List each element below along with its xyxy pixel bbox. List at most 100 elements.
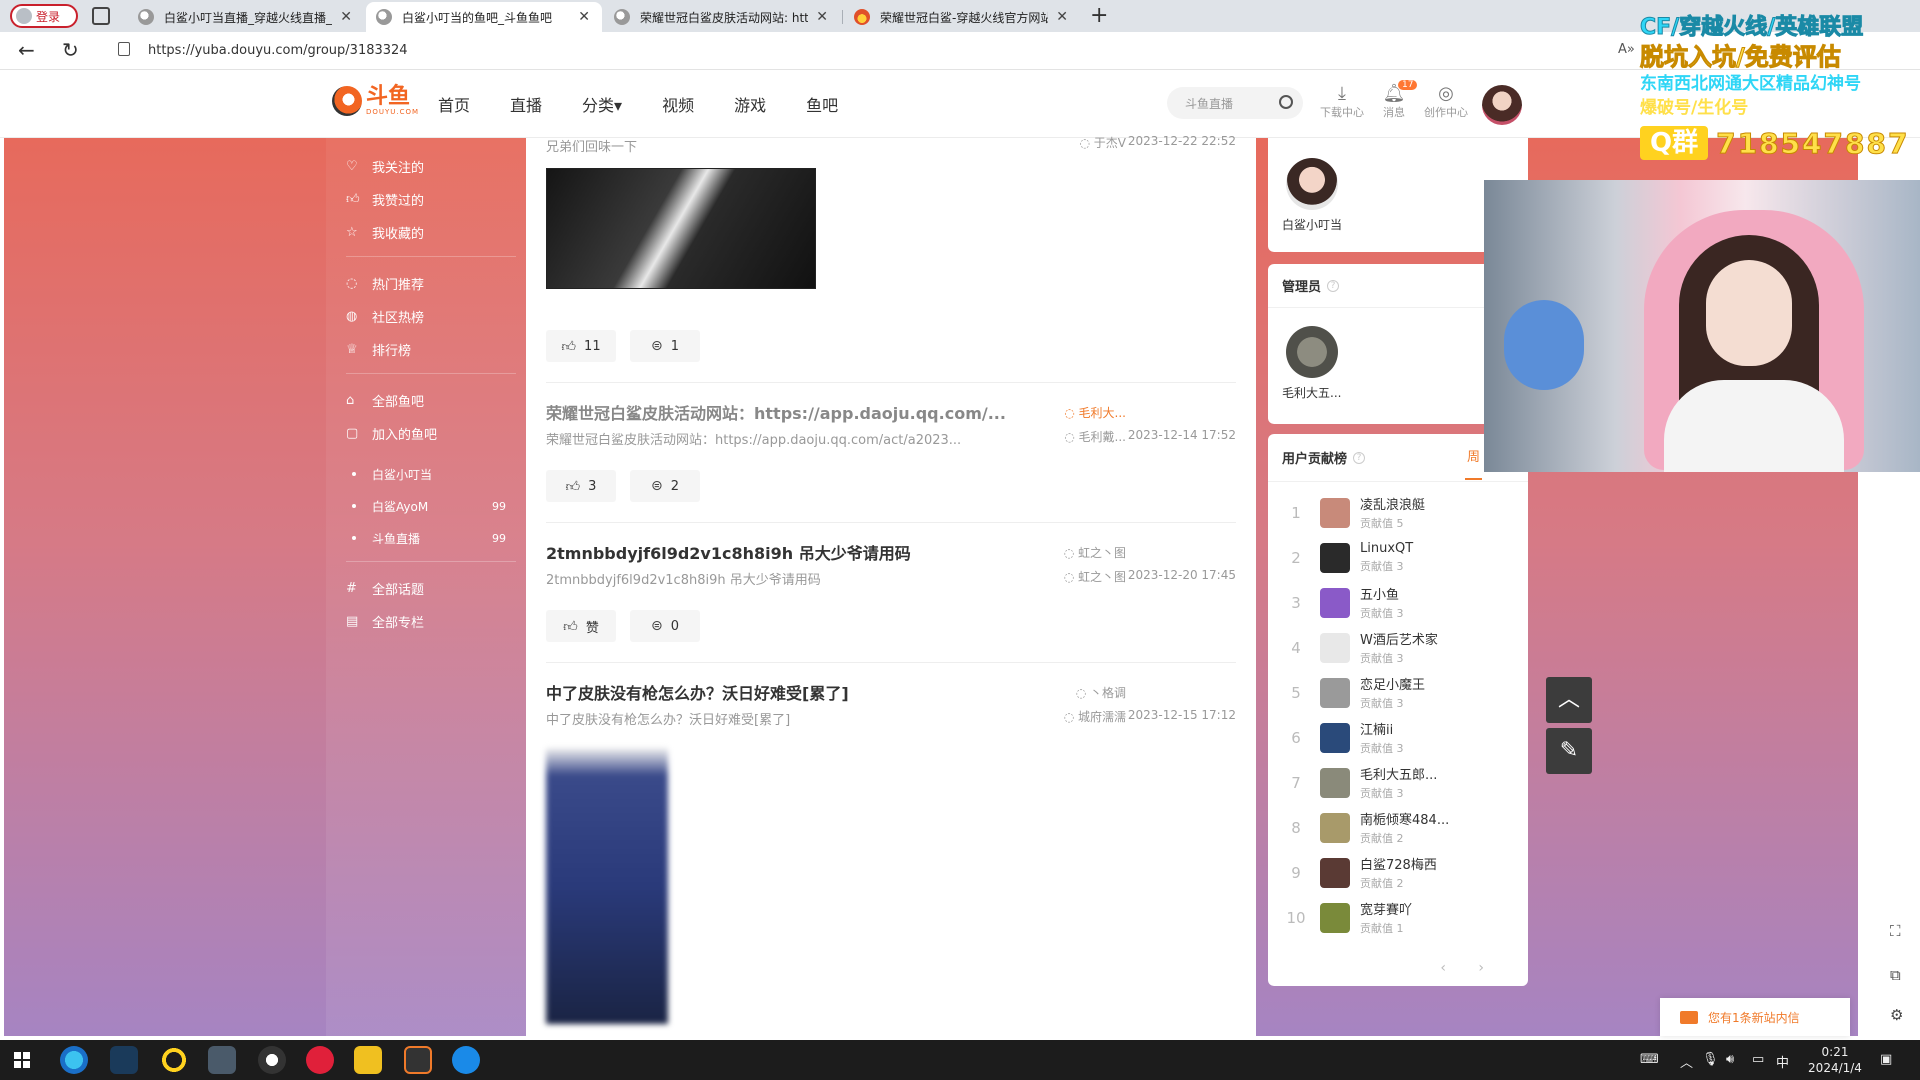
nav-hot[interactable]: ◌ 热门推荐	[346, 267, 516, 300]
post-title[interactable]: 中了皮肤没有枪怎么办？沃日好难受[累了]	[546, 680, 1236, 704]
post-card[interactable]: 2tmnbbdyjf6l9d2v1c8h8i9h 吊大少爷请用码 2tmnbbd…	[546, 540, 1236, 588]
rank-row[interactable]: 4 W酒后艺术家 贡献值 3	[1268, 625, 1528, 670]
tab-cf-official[interactable]: 荣耀世冠白鲨-穿越火线官方网站 ✕	[844, 2, 1080, 32]
back-arrow-icon[interactable]: ←	[18, 38, 35, 62]
nav-all-columns[interactable]: ▤ 全部专栏	[346, 605, 516, 638]
like-button[interactable]: 👍︎ 11	[546, 330, 616, 362]
nav-following[interactable]: ♡ 我关注的	[346, 150, 516, 183]
tab-live[interactable]: 白鲨小叮当直播_穿越火线直播_斗 ✕	[128, 2, 364, 32]
post-card[interactable]: 荣耀世冠白鲨皮肤活动网站：https://app.daoju.qq.com/..…	[546, 400, 1236, 448]
system-clock[interactable]: 0:21 2024/1/4	[1800, 1044, 1870, 1076]
search-icon[interactable]	[1279, 95, 1293, 109]
post-author[interactable]: ◌ 丶格调	[1076, 684, 1126, 701]
screenshot-icon[interactable]: ⛶	[1890, 922, 1901, 940]
netease-music-icon[interactable]	[306, 1046, 334, 1074]
post-video-thumbnail[interactable]	[546, 168, 816, 289]
rank-pager[interactable]: ‹ ›	[1440, 960, 1498, 976]
messages-button[interactable]: 🔔︎ 17 消息	[1366, 80, 1422, 120]
post-replier[interactable]: ◌ 毛利戴...	[1064, 428, 1126, 445]
rank-row[interactable]: 2 LinuxQT 贡献值 3	[1268, 535, 1528, 580]
comment-button[interactable]: ⊜ 1	[630, 330, 700, 362]
read-aloud-icon[interactable]: A»	[1618, 42, 1635, 57]
gear-icon[interactable]: ⚙	[1890, 1006, 1903, 1024]
post-title[interactable]: 2tmnbbdyjf6l9d2v1c8h8i9h 吊大少爷请用码	[546, 540, 1236, 564]
post-card[interactable]: 兄弟们回味一下 ◌ 于杰V 2023-12-22 22:52	[546, 134, 1236, 155]
rank-row[interactable]: 9 白鲨728梅西 贡献值 2	[1268, 850, 1528, 895]
joined-yuba-item[interactable]: 斗鱼直播 99	[346, 522, 516, 554]
app-icon[interactable]	[208, 1046, 236, 1074]
rank-row[interactable]: 3 五小鱼 贡献值 3	[1268, 580, 1528, 625]
user-avatar[interactable]	[1482, 85, 1522, 125]
nav-all-topics[interactable]: # 全部话题	[346, 572, 516, 605]
new-tab-icon[interactable]: +	[1090, 3, 1108, 28]
tab-actions-icon[interactable]	[92, 7, 110, 25]
scroll-top-button[interactable]: ︿	[1546, 677, 1592, 723]
windows-start-icon[interactable]	[14, 1052, 30, 1068]
new-message-notice[interactable]: 您有1条新站内信	[1660, 998, 1850, 1036]
app-icon[interactable]	[110, 1046, 138, 1074]
post-replier[interactable]: ◌ 虹之丶图	[1064, 568, 1126, 585]
download-center-button[interactable]: ⤓ 下载中心	[1314, 84, 1370, 120]
keyboard-icon[interactable]: ⌨	[1640, 1052, 1659, 1067]
help-icon[interactable]: ?	[1327, 279, 1340, 292]
nav-joined-yuba[interactable]: ▢ 加入的鱼吧	[346, 417, 516, 450]
open-external-icon[interactable]: ⧉	[1890, 966, 1901, 984]
profile-login-button[interactable]: 登录	[10, 4, 78, 28]
speaker-icon[interactable]: 🔊︎	[1726, 1052, 1734, 1067]
rank-row[interactable]: 10 宽芽賽吖 贡献值 1	[1268, 895, 1528, 940]
rank-row[interactable]: 1 凌乱浪浪艇 贡献值 5	[1268, 490, 1528, 535]
kugou-icon[interactable]	[452, 1046, 480, 1074]
microphone-icon[interactable]: 🎙︎	[1702, 1052, 1719, 1067]
owner-profile[interactable]: 白鲨小叮当	[1282, 158, 1342, 233]
notification-icon[interactable]: ▣	[1880, 1052, 1892, 1067]
nav-live[interactable]: 直播	[510, 92, 542, 116]
refresh-icon[interactable]: ↻	[62, 38, 79, 62]
ime-indicator[interactable]: 中	[1776, 1052, 1789, 1071]
comment-button[interactable]: ⊜ 0	[630, 610, 700, 642]
nav-ranking[interactable]: ♕ 排行榜	[346, 333, 516, 366]
network-icon[interactable]: ▭	[1752, 1052, 1764, 1067]
app-icon[interactable]	[354, 1046, 382, 1074]
nav-category[interactable]: 分类▾	[582, 92, 622, 116]
rank-row[interactable]: 6 江楠ii 贡献值 3	[1268, 715, 1528, 760]
rank-row[interactable]: 8 南栀倾寒484... 贡献值 2	[1268, 805, 1528, 850]
app-icon[interactable]	[258, 1046, 286, 1074]
edge-browser-icon[interactable]	[60, 1046, 88, 1074]
tab-event-site[interactable]: 荣耀世冠白鲨皮肤活动网站: http ✕	[604, 2, 840, 32]
douyu-logo[interactable]: 斗鱼 DOUYU.COM	[332, 86, 419, 116]
post-author[interactable]: ◌ 于杰V	[1079, 134, 1126, 151]
joined-yuba-item[interactable]: 白鲨小叮当	[346, 458, 516, 490]
nav-video[interactable]: 视频	[662, 92, 694, 116]
tab-weekly[interactable]: 周	[1464, 436, 1482, 480]
post-title[interactable]: 荣耀世冠白鲨皮肤活动网站：https://app.daoju.qq.com/..…	[546, 400, 1236, 424]
nav-favorites[interactable]: ☆ 我收藏的	[346, 216, 516, 249]
like-button[interactable]: 👍︎ 3	[546, 470, 616, 502]
post-replier[interactable]: ◌ 城府濡濡	[1064, 708, 1126, 725]
chevron-up-icon[interactable]: ︿	[1680, 1052, 1693, 1071]
post-card[interactable]: 中了皮肤没有枪怎么办？沃日好难受[累了] 中了皮肤没有枪怎么办？沃日好难受[累了…	[546, 680, 1236, 728]
nav-liked[interactable]: 👍︎ 我赞过的	[346, 183, 516, 216]
rank-row[interactable]: 5 恋足小魔王 贡献值 3	[1268, 670, 1528, 715]
post-author[interactable]: ◌ 毛利大...	[1064, 404, 1126, 421]
admin-profile[interactable]: 毛利大五...	[1282, 326, 1341, 401]
post-author[interactable]: ◌ 虹之丶图	[1064, 544, 1126, 561]
nav-home[interactable]: 首页	[438, 92, 470, 116]
lock-icon[interactable]	[118, 42, 130, 56]
close-icon[interactable]: ✕	[808, 9, 828, 25]
post-image-thumbnail[interactable]	[546, 748, 668, 1024]
tab-yuba[interactable]: 白鲨小叮当的鱼吧_斗鱼鱼吧 ✕	[366, 2, 602, 32]
help-icon[interactable]: ?	[1353, 451, 1366, 464]
close-icon[interactable]: ✕	[332, 9, 352, 25]
write-post-button[interactable]: ✎	[1546, 728, 1592, 774]
comment-button[interactable]: ⊜ 2	[630, 470, 700, 502]
joined-yuba-item[interactable]: 白鲨AyoM 99	[346, 490, 516, 522]
url-field[interactable]: https://yuba.douyu.com/group/3183324	[148, 43, 408, 58]
search-input[interactable]: 斗鱼直播	[1167, 87, 1303, 119]
nav-game[interactable]: 游戏	[734, 92, 766, 116]
nav-all-yuba[interactable]: ⌂ 全部鱼吧	[346, 384, 516, 417]
app-icon[interactable]	[404, 1046, 432, 1074]
close-icon[interactable]: ✕	[1048, 9, 1068, 25]
like-button[interactable]: 👍︎ 赞	[546, 610, 616, 642]
nav-yuba[interactable]: 鱼吧	[806, 92, 838, 116]
obs-icon[interactable]	[160, 1046, 188, 1074]
